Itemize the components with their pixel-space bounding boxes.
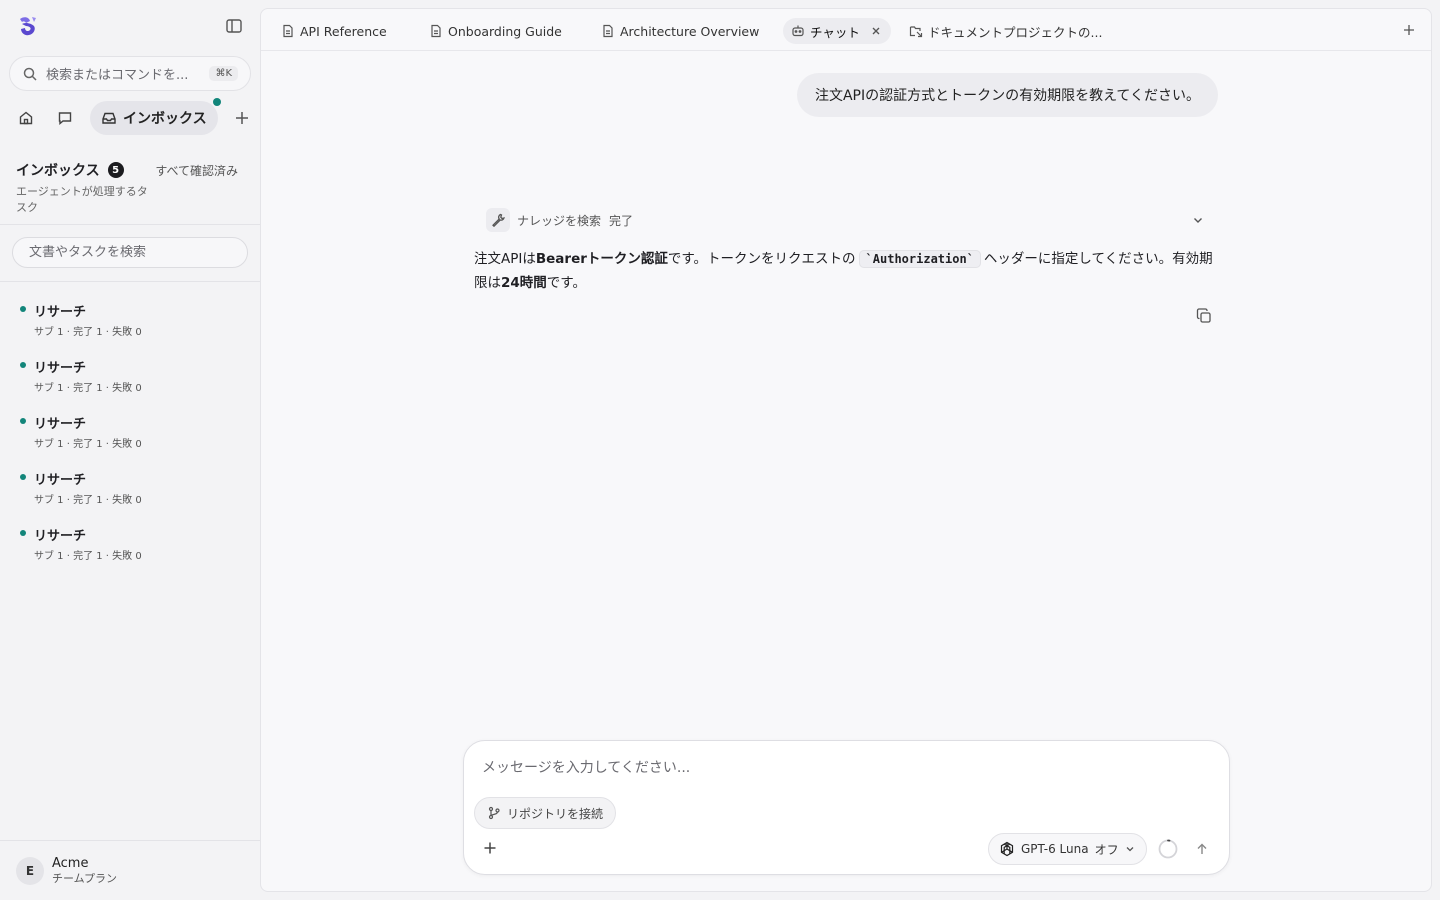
copy-icon[interactable] <box>1195 307 1213 325</box>
user-message: 注文APIの認証方式とトークンの有効期限を教えてください。 <box>796 73 1218 117</box>
inline-code: `Authorization` <box>858 250 981 268</box>
tab-architecture-overview[interactable]: Architecture Overview <box>593 18 767 44</box>
tab-label: Architecture Overview <box>620 23 760 39</box>
document-icon <box>429 24 443 38</box>
task-item[interactable]: リサーチ サブ 1 · 完了 1 · 失敗 0 <box>0 408 260 464</box>
task-title: リサーチ <box>34 473 87 488</box>
message-input[interactable] <box>482 757 1202 785</box>
divider <box>0 281 260 282</box>
connect-repo-label: リポジトリを接続 <box>507 806 604 821</box>
folder-link-icon <box>909 24 923 38</box>
bot-icon <box>791 24 805 38</box>
tab-chat[interactable]: チャット <box>783 18 891 44</box>
command-search[interactable]: 検索またはコマンドを... ⌘K <box>9 56 251 91</box>
openai-icon <box>999 841 1015 857</box>
document-icon <box>281 24 295 38</box>
tool-call-summary[interactable]: ナレッジを検索 完了 <box>486 208 1206 232</box>
divider <box>0 224 260 225</box>
tab-label: チャット <box>810 24 860 40</box>
assistant-message: 注文APIはBearerトークン認証です。トークンをリクエストの `Authori… <box>474 247 1214 295</box>
chat-icon[interactable] <box>51 104 79 132</box>
task-item[interactable]: リサーチ サブ 1 · 完了 1 · 失敗 0 <box>0 296 260 352</box>
tab-label: ドキュメントプロジェクトの... <box>928 24 1103 40</box>
answer-text: です。 <box>546 275 586 291</box>
status-dot <box>20 306 26 312</box>
inbox-subtitle: エージェントが処理するタスク <box>16 185 148 214</box>
account-plan: チームプラン <box>52 871 118 885</box>
wrench-icon <box>486 208 510 232</box>
mark-all-read-button[interactable]: すべて確認済み <box>155 162 238 179</box>
task-filter[interactable] <box>12 237 248 268</box>
loading-spinner-icon <box>1157 838 1179 860</box>
avatar: E <box>16 856 44 885</box>
task-item[interactable]: リサーチ サブ 1 · 完了 1 · 失敗 0 <box>0 352 260 408</box>
task-filter-input[interactable] <box>29 245 231 260</box>
status-dot <box>20 418 26 424</box>
plus-icon[interactable] <box>482 840 498 856</box>
new-tab-icon[interactable] <box>1401 22 1417 38</box>
tool-name: ナレッジを検索 <box>517 213 602 228</box>
nav-inbox-label: インボックス <box>123 111 207 127</box>
account-name: Acme <box>52 855 89 871</box>
status-dot <box>20 530 26 536</box>
sidebar: 検索またはコマンドを... ⌘K インボックス インボックス 5 すべて確認済み… <box>0 0 260 900</box>
task-list: リサーチ サブ 1 · 完了 1 · 失敗 0 リサーチ サブ 1 · 完了 1… <box>0 296 260 576</box>
branch-icon <box>487 806 501 820</box>
send-arrow-icon[interactable] <box>1194 841 1210 857</box>
message-composer: リポジトリを接続 GPT-6 Luna オフ <box>463 740 1230 875</box>
app-logo-icon[interactable] <box>16 14 40 38</box>
inbox-title-text: インボックス <box>16 163 100 179</box>
task-title: リサーチ <box>34 417 87 432</box>
sidebar-nav: インボックス <box>12 98 256 136</box>
add-icon[interactable] <box>228 104 256 132</box>
tab-label: Onboarding Guide <box>448 23 562 39</box>
tab-api-reference[interactable]: API Reference <box>273 18 395 44</box>
inbox-count-badge: 5 <box>107 162 124 178</box>
task-title: リサーチ <box>34 305 87 320</box>
task-meta: サブ 1 · 完了 1 · 失敗 0 <box>34 551 142 562</box>
status-dot <box>20 474 26 480</box>
task-title: リサーチ <box>34 361 87 376</box>
connect-repo-button[interactable]: リポジトリを接続 <box>474 797 617 829</box>
sidebar-toggle-icon[interactable] <box>224 16 244 36</box>
model-mode: オフ <box>1094 842 1119 857</box>
search-placeholder: 検索またはコマンドを... <box>46 68 189 83</box>
nav-inbox[interactable]: インボックス <box>90 98 221 135</box>
task-item[interactable]: リサーチ サブ 1 · 完了 1 · 失敗 0 <box>0 520 260 576</box>
chevron-down-icon <box>1124 843 1136 855</box>
home-icon[interactable] <box>12 104 40 132</box>
main-panel: API Reference Onboarding Guide Architect… <box>260 8 1432 892</box>
answer-bold: Bearerトークン認証 <box>535 251 668 267</box>
task-item[interactable]: リサーチ サブ 1 · 完了 1 · 失敗 0 <box>0 464 260 520</box>
tab-document-project[interactable]: ドキュメントプロジェクトの... <box>901 18 1110 44</box>
tab-bar: API Reference Onboarding Guide Architect… <box>261 9 1431 51</box>
close-icon[interactable] <box>869 24 883 38</box>
chevron-down-icon[interactable] <box>1190 212 1206 228</box>
model-name: GPT-6 Luna <box>1021 842 1089 856</box>
tab-onboarding-guide[interactable]: Onboarding Guide <box>421 18 570 44</box>
task-title: リサーチ <box>34 529 87 544</box>
tool-status: 完了 <box>609 213 634 228</box>
tab-label: API Reference <box>300 23 387 39</box>
task-meta: サブ 1 · 完了 1 · 失敗 0 <box>34 495 142 506</box>
unread-dot <box>212 98 221 106</box>
document-icon <box>601 24 615 38</box>
account-switcher[interactable]: E Acme チームプラン <box>0 840 260 900</box>
inbox-icon <box>101 110 117 126</box>
answer-text: 注文APIは <box>474 251 536 267</box>
status-dot <box>20 362 26 368</box>
account-info: Acme チームプラン <box>52 856 117 886</box>
answer-bold: 24時間 <box>501 275 547 291</box>
shortcut-badge: ⌘K <box>209 66 238 81</box>
task-meta: サブ 1 · 完了 1 · 失敗 0 <box>34 327 142 338</box>
answer-text: です。トークンをリクエストの <box>667 251 856 267</box>
model-selector[interactable]: GPT-6 Luna オフ <box>988 833 1147 865</box>
task-meta: サブ 1 · 完了 1 · 失敗 0 <box>34 439 142 450</box>
search-icon <box>22 66 38 82</box>
task-meta: サブ 1 · 完了 1 · 失敗 0 <box>34 383 142 394</box>
inbox-header: インボックス 5 すべて確認済み エージェントが処理するタスク <box>16 160 252 216</box>
